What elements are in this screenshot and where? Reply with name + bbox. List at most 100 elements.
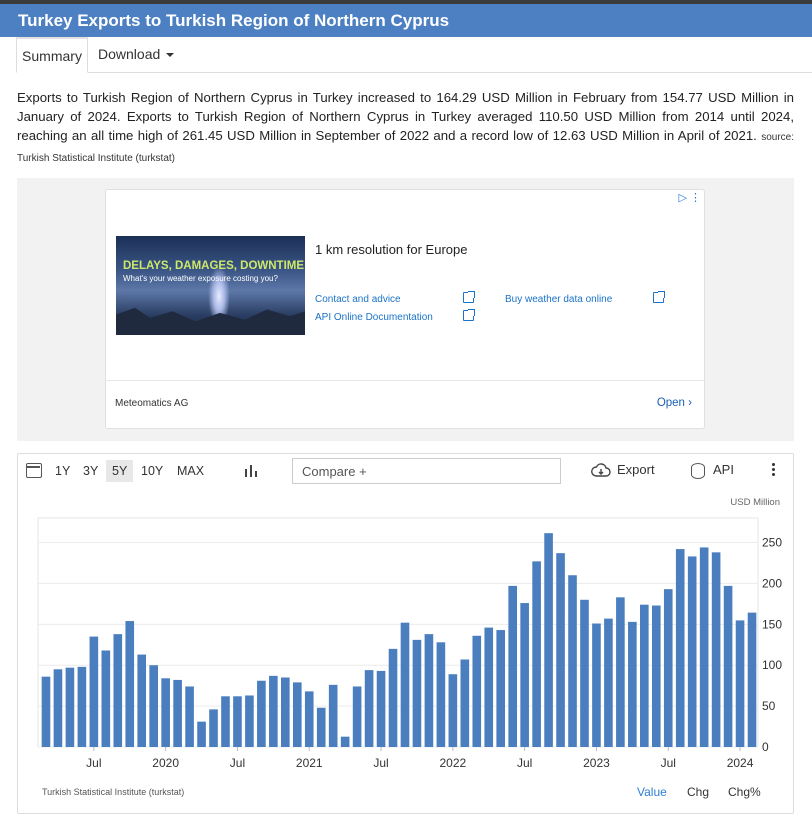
bar — [161, 678, 170, 747]
chart-panel: 1Y 3Y 5Y 10Y MAX Export API 050100150200… — [17, 453, 794, 814]
ad-choices-icon[interactable]: ▷ ⋮ — [678, 191, 701, 204]
external-link-icon[interactable] — [653, 291, 665, 303]
y-unit-label: USD Million — [730, 497, 780, 508]
ad-image-headline: DELAYS, DAMAGES, DOWNTIME — [123, 260, 305, 272]
bar — [520, 603, 529, 747]
bar — [556, 553, 565, 747]
bar — [448, 674, 458, 747]
x-tick-label: 2021 — [296, 756, 323, 770]
bar-chart: 0 50 100 150 200 250 USD Million Jul 2020 Jul 2021… — [37, 497, 782, 770]
bar — [304, 691, 314, 747]
bar — [651, 605, 661, 747]
bar — [113, 634, 123, 747]
bar — [472, 635, 482, 747]
chevron-right-icon: › — [688, 397, 692, 409]
bar — [316, 707, 326, 747]
bar — [221, 696, 230, 747]
title-bar: Turkey Exports to Turkish Region of Nort… — [0, 4, 812, 37]
bar — [209, 709, 218, 747]
x-tick-label: 2023 — [583, 756, 610, 770]
y-tick-label: 200 — [762, 576, 782, 590]
bar — [592, 623, 601, 747]
ad-divider — [106, 380, 704, 381]
ad-link-docs[interactable]: API Online Documentation — [315, 312, 433, 323]
ad-link-buy[interactable]: Buy weather data online — [505, 294, 612, 305]
x-tick-label: Jul — [373, 756, 388, 770]
bar — [41, 676, 51, 747]
y-tick-label: 50 — [762, 699, 776, 713]
description-text: Exports to Turkish Region of Northern Cy… — [17, 90, 794, 143]
bar — [723, 585, 733, 747]
bar — [388, 648, 398, 747]
description: Exports to Turkish Region of Northern Cy… — [17, 88, 794, 168]
bar — [65, 667, 75, 747]
bar — [460, 659, 470, 747]
x-tick-label: 2024 — [727, 756, 754, 770]
bar — [628, 621, 637, 747]
x-tick-label: Jul — [86, 756, 101, 770]
bar — [604, 618, 613, 747]
bar — [340, 736, 350, 747]
tab-bar: Summary Download — [16, 37, 812, 73]
bar — [711, 552, 721, 747]
ad-container: ▷ ⋮ DELAYS, DAMAGES, DOWNTIME What's you… — [17, 178, 794, 441]
bar — [197, 721, 206, 747]
bar — [173, 679, 182, 747]
x-tick-label: Jul — [230, 756, 245, 770]
bar — [376, 670, 386, 747]
caret-down-icon — [166, 53, 175, 58]
y-tick-label: 100 — [762, 658, 782, 672]
y-tick-label: 150 — [762, 617, 782, 631]
bar — [89, 636, 99, 747]
ad-company: Meteomatics AG — [115, 398, 189, 409]
bar — [149, 665, 158, 747]
tab-download-label: Download — [98, 46, 161, 62]
bar — [532, 561, 541, 747]
external-link-icon[interactable] — [463, 309, 475, 321]
ad-headline[interactable]: 1 km resolution for Europe — [315, 242, 467, 257]
bar — [245, 695, 254, 747]
bar — [508, 585, 517, 747]
ad-card[interactable]: ▷ ⋮ DELAYS, DAMAGES, DOWNTIME What's you… — [105, 189, 705, 429]
page-title: Turkey Exports to Turkish Region of Nort… — [18, 11, 450, 30]
ad-image-subline: What's your weather exposure costing you… — [123, 274, 278, 283]
bar — [77, 666, 87, 747]
y-tick-label: 0 — [762, 740, 769, 754]
bar — [53, 669, 63, 747]
bar — [125, 621, 135, 747]
ad-image[interactable]: DELAYS, DAMAGES, DOWNTIME What's your we… — [116, 236, 305, 335]
x-tick-label: 2020 — [152, 756, 179, 770]
external-link-icon[interactable] — [463, 291, 475, 303]
bar — [640, 604, 649, 747]
bar — [675, 549, 685, 747]
tab-summary[interactable]: Summary — [16, 37, 88, 73]
bar — [101, 650, 111, 747]
x-tick-label: Jul — [661, 756, 676, 770]
chg-pct-button[interactable]: Chg% — [728, 785, 761, 799]
bar — [544, 533, 553, 747]
tab-download[interactable]: Download — [98, 37, 175, 73]
bar — [352, 686, 362, 747]
ad-open-button[interactable]: Open › — [657, 397, 692, 409]
bar — [699, 547, 709, 747]
value-button[interactable]: Value — [637, 785, 667, 799]
chart-source: Turkish Statistical Institute (turkstat) — [42, 787, 185, 797]
bar — [137, 654, 147, 747]
bar — [292, 682, 302, 747]
y-tick-label: 250 — [762, 536, 782, 550]
bar — [412, 639, 422, 747]
x-tick-label: 2022 — [439, 756, 466, 770]
bar — [496, 630, 506, 747]
bar — [400, 622, 410, 747]
ad-link-contact[interactable]: Contact and advice — [315, 294, 401, 305]
bar — [424, 634, 434, 747]
bar — [687, 556, 697, 747]
bar — [568, 575, 577, 747]
ad-open-label: Open — [656, 397, 685, 409]
bar — [663, 589, 673, 747]
chg-button[interactable]: Chg — [687, 785, 709, 799]
bar — [185, 686, 194, 747]
bar — [269, 675, 278, 747]
bar — [233, 696, 242, 747]
bar — [747, 612, 757, 747]
